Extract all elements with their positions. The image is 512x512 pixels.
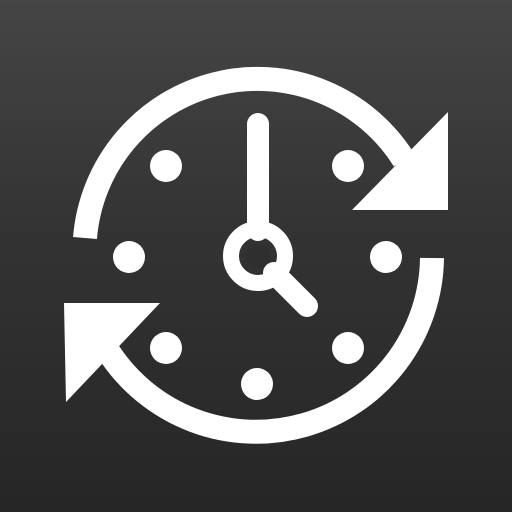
hour-marker-5 <box>150 332 182 364</box>
hour-marker-4 <box>241 368 273 400</box>
clock-sync-icon <box>64 66 448 444</box>
hour-marker-1 <box>332 150 364 182</box>
hour-marker-6 <box>113 241 145 273</box>
hour-marker-2 <box>370 241 402 273</box>
hour-marker-3 <box>332 332 364 364</box>
hour-marker-7 <box>150 150 182 182</box>
app-icon-tile[interactable] <box>0 0 512 512</box>
